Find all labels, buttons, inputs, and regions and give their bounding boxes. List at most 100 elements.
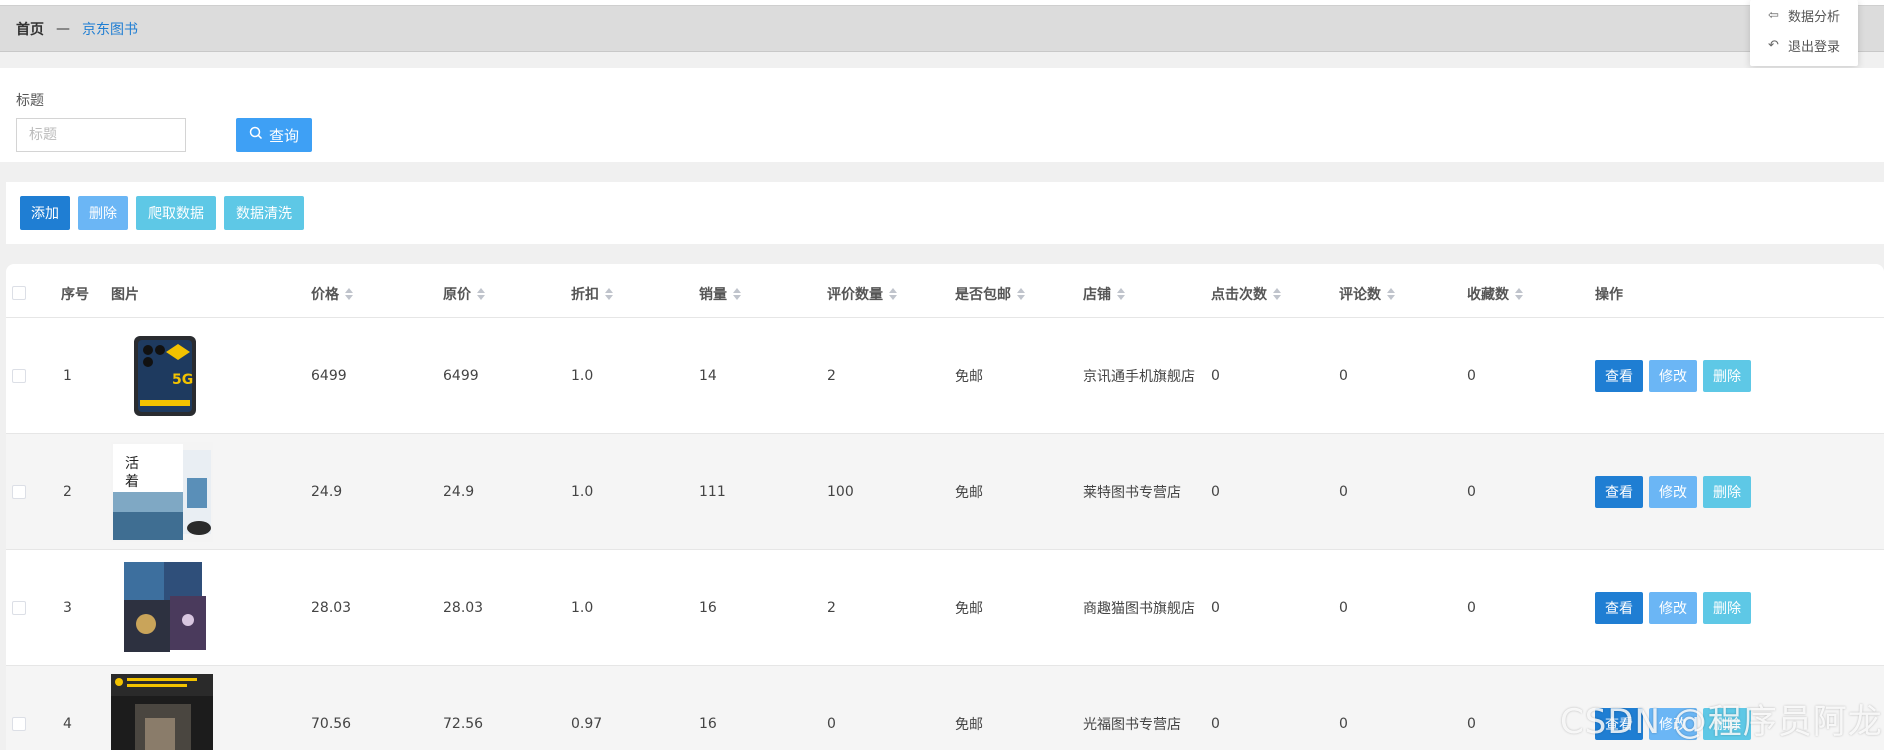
query-button-label: 查询 xyxy=(268,126,299,145)
menu-item-data-analysis[interactable]: ⇦ 数据分析 xyxy=(1750,0,1858,30)
sort-icon[interactable] xyxy=(345,288,353,300)
cell-index: 4 xyxy=(63,715,72,732)
cell-discount: 1.0 xyxy=(571,599,594,616)
cell-review-count: 2 xyxy=(827,367,836,384)
column-header-shop[interactable]: 店铺 xyxy=(1083,284,1125,304)
sort-icon[interactable] xyxy=(1017,288,1025,300)
cell-free-shipping: 免邮 xyxy=(955,716,983,733)
edit-button[interactable]: 修改 xyxy=(1649,359,1697,392)
query-button[interactable]: 查询 xyxy=(236,118,312,152)
product-image: 活 着 xyxy=(111,441,213,542)
column-header-free-shipping[interactable]: 是否包邮 xyxy=(955,284,1025,304)
menu-item-label: 数据分析 xyxy=(1788,9,1841,25)
table-row: 1 5G 6499 6499 1.0 14 2 免邮 京讯通手机旗舰店 0 0 … xyxy=(6,318,1884,434)
cell-original-price: 24.9 xyxy=(443,483,475,500)
row-checkbox[interactable] xyxy=(12,485,26,499)
cell-original-price: 28.03 xyxy=(443,599,484,616)
breadcrumb-home[interactable]: 首页 xyxy=(16,19,44,39)
select-all-checkbox[interactable] xyxy=(12,286,26,300)
batch-delete-button[interactable]: 删除 xyxy=(78,196,128,230)
cell-comments: 0 xyxy=(1339,483,1348,500)
column-header-price[interactable]: 价格 xyxy=(311,284,353,304)
data-table: 序号 图片 价格 原价 折扣 销量 评价数量 是否包邮 店铺 点击次数 评论数 … xyxy=(6,264,1884,750)
breadcrumb: 首页 — 京东图书 xyxy=(0,6,1884,52)
cell-original-price: 6499 xyxy=(443,367,479,384)
cell-discount: 0.97 xyxy=(571,715,603,732)
column-header-discount[interactable]: 折扣 xyxy=(571,284,613,304)
column-header-favorites[interactable]: 收藏数 xyxy=(1467,284,1523,304)
table-header: 序号 图片 价格 原价 折扣 销量 评价数量 是否包邮 店铺 点击次数 评论数 … xyxy=(6,264,1884,318)
svg-text:着: 着 xyxy=(125,474,139,490)
cell-shop: 商趣猫图书旗舰店 xyxy=(1083,600,1195,617)
cell-index: 3 xyxy=(63,599,72,616)
column-header-image: 图片 xyxy=(111,287,139,303)
table-row: 3 28.03 28.03 1.0 16 2 免邮 商趣猫图书旗舰店 0 0 0… xyxy=(6,550,1884,666)
product-image xyxy=(118,559,208,656)
column-header-clicks[interactable]: 点击次数 xyxy=(1211,284,1281,304)
cell-shop: 京讯通手机旗舰店 xyxy=(1083,368,1195,385)
menu-item-label: 退出登录 xyxy=(1788,39,1841,55)
cell-favorites: 0 xyxy=(1467,367,1476,384)
cell-discount: 1.0 xyxy=(571,483,594,500)
view-button[interactable]: 查看 xyxy=(1595,591,1643,624)
product-image: 5G xyxy=(130,333,200,418)
sort-icon[interactable] xyxy=(605,288,613,300)
cell-free-shipping: 免邮 xyxy=(955,484,983,501)
breadcrumb-current[interactable]: 京东图书 xyxy=(82,19,138,39)
menu-item-logout[interactable]: ↶ 退出登录 xyxy=(1750,30,1858,60)
cell-price: 24.9 xyxy=(311,483,343,500)
cell-free-shipping: 免邮 xyxy=(955,368,983,385)
cell-sales: 111 xyxy=(699,483,726,500)
svg-text:活: 活 xyxy=(125,456,139,472)
cell-sales: 16 xyxy=(699,715,717,732)
cell-comments: 0 xyxy=(1339,715,1348,732)
cell-clicks: 0 xyxy=(1211,715,1220,732)
crawl-data-button[interactable]: 爬取数据 xyxy=(136,196,216,230)
svg-text:5G: 5G xyxy=(172,372,193,388)
cell-favorites: 0 xyxy=(1467,599,1476,616)
clean-data-button[interactable]: 数据清洗 xyxy=(224,196,304,230)
cell-favorites: 0 xyxy=(1467,715,1476,732)
row-checkbox[interactable] xyxy=(12,369,26,383)
sort-icon[interactable] xyxy=(1387,288,1395,300)
cell-clicks: 0 xyxy=(1211,483,1220,500)
sort-icon[interactable] xyxy=(1515,288,1523,300)
add-button[interactable]: 添加 xyxy=(20,196,70,230)
arrow-left-icon: ⇦ xyxy=(1768,7,1779,23)
title-search-input[interactable] xyxy=(16,118,186,152)
delete-button[interactable]: 删除 xyxy=(1703,475,1751,508)
search-panel: 标题 查询 xyxy=(0,68,1884,162)
cell-price: 28.03 xyxy=(311,599,352,616)
undo-icon: ↶ xyxy=(1768,37,1779,53)
edit-button[interactable]: 修改 xyxy=(1649,475,1697,508)
sort-icon[interactable] xyxy=(1117,288,1125,300)
column-header-original-price[interactable]: 原价 xyxy=(443,284,485,304)
cell-discount: 1.0 xyxy=(571,367,594,384)
sort-icon[interactable] xyxy=(477,288,485,300)
delete-button[interactable]: 删除 xyxy=(1703,359,1751,392)
sort-icon[interactable] xyxy=(733,288,741,300)
edit-button[interactable]: 修改 xyxy=(1649,591,1697,624)
cell-free-shipping: 免邮 xyxy=(955,600,983,617)
view-button[interactable]: 查看 xyxy=(1595,359,1643,392)
sort-icon[interactable] xyxy=(889,288,897,300)
product-image xyxy=(111,673,213,750)
cell-favorites: 0 xyxy=(1467,483,1476,500)
row-checkbox[interactable] xyxy=(12,717,26,731)
cell-clicks: 0 xyxy=(1211,599,1220,616)
title-label: 标题 xyxy=(16,93,44,109)
column-header-review-count[interactable]: 评价数量 xyxy=(827,284,897,304)
cell-shop: 光福图书专营店 xyxy=(1083,716,1181,733)
cell-review-count: 100 xyxy=(827,483,854,500)
row-checkbox[interactable] xyxy=(12,601,26,615)
cell-original-price: 72.56 xyxy=(443,715,484,732)
column-header-index: 序号 xyxy=(61,287,89,303)
column-header-comments[interactable]: 评论数 xyxy=(1339,284,1395,304)
delete-button[interactable]: 删除 xyxy=(1703,591,1751,624)
cell-price: 70.56 xyxy=(311,715,352,732)
cell-index: 1 xyxy=(63,367,72,384)
sort-icon[interactable] xyxy=(1273,288,1281,300)
view-button[interactable]: 查看 xyxy=(1595,475,1643,508)
search-icon xyxy=(249,126,263,144)
column-header-sales[interactable]: 销量 xyxy=(699,284,741,304)
